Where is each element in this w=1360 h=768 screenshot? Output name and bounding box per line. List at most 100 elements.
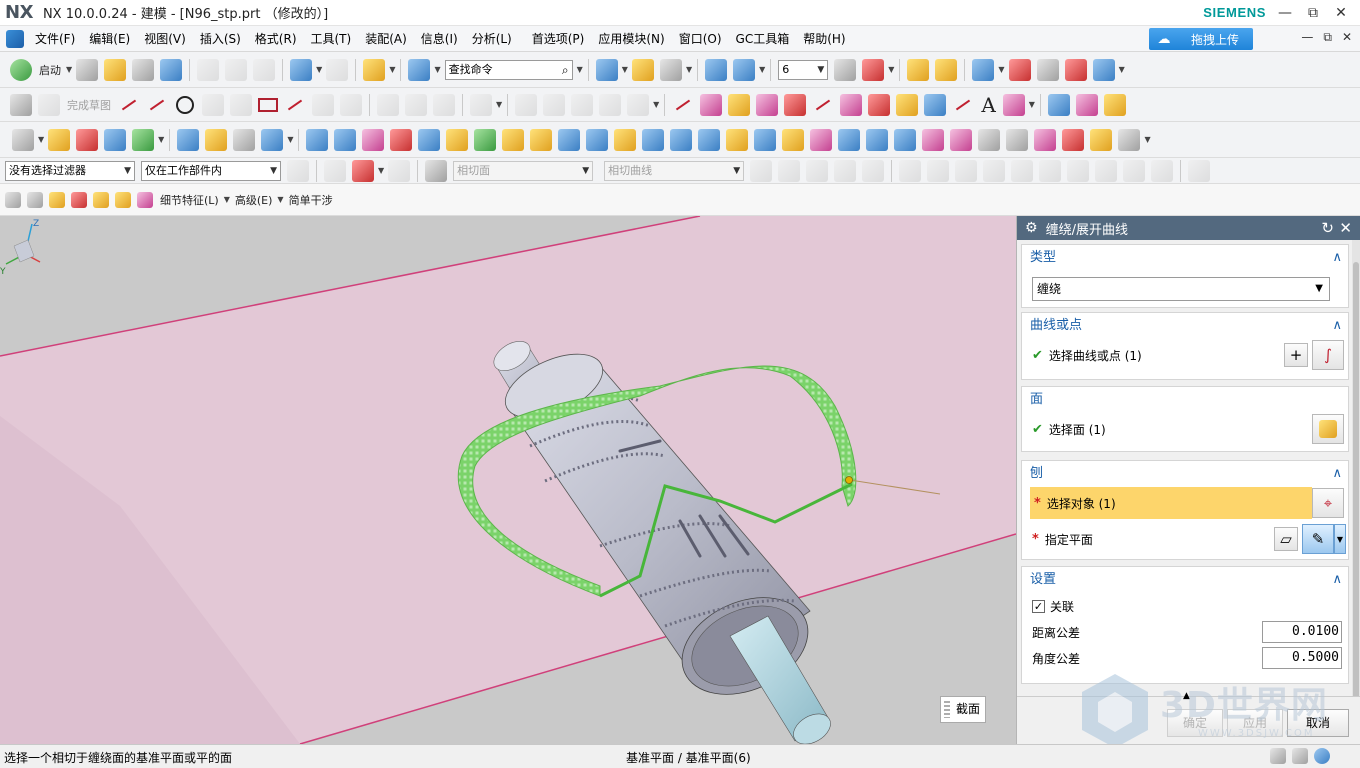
constraint-icon[interactable] (515, 93, 538, 116)
paste-icon[interactable] (253, 58, 276, 81)
command-search-input[interactable]: 查找命令 ⌕ (444, 59, 573, 80)
detail-feature-dropdown-icon[interactable]: ▼ (224, 195, 230, 204)
menu-information[interactable]: 信息(I) (414, 30, 465, 47)
finish-sketch-label[interactable]: 完成草图 (67, 97, 111, 113)
swept-icon[interactable] (390, 128, 413, 151)
datum-dropdown-icon[interactable]: ▼ (38, 135, 44, 144)
simple-interference-button[interactable]: 简单干涉 (289, 192, 333, 208)
forward-icon[interactable] (862, 159, 885, 182)
cut-icon[interactable] (197, 58, 220, 81)
extension-icon[interactable] (838, 128, 861, 151)
fillet-icon[interactable] (202, 93, 224, 116)
extrude-icon[interactable] (48, 128, 71, 151)
doc-minimize-button[interactable]: — (1301, 30, 1313, 45)
thicken-icon[interactable] (642, 128, 665, 151)
associative-checkbox[interactable]: ✓ (1032, 599, 1045, 613)
existing-point-snap-icon[interactable] (1095, 159, 1118, 182)
fit-view-icon[interactable] (631, 58, 654, 81)
check-geometry-icon[interactable] (1064, 58, 1087, 81)
path-selection-icon[interactable] (834, 159, 857, 182)
close-button[interactable]: ✕ (1328, 2, 1354, 24)
detail-feature-icon[interactable] (137, 191, 153, 208)
graphics-window[interactable]: 截面 Z Y (0, 216, 1016, 744)
curve-rule-select[interactable]: 相切曲线 ▼ (604, 160, 745, 181)
intersection-snap-icon[interactable] (1011, 159, 1034, 182)
gear-icon[interactable]: ⚙ (1025, 220, 1038, 236)
inferred-plane-button[interactable]: ✎ (1302, 524, 1334, 554)
curve-select-button[interactable]: ∫ (1312, 340, 1344, 370)
print-icon[interactable] (132, 58, 155, 81)
make-corner-icon[interactable] (433, 93, 455, 116)
new-file-icon[interactable] (76, 58, 99, 81)
selection-scope-select[interactable]: 仅在工作部件内 ▼ (141, 160, 281, 181)
move-object-icon[interactable] (705, 58, 728, 81)
quick-extend-icon[interactable] (405, 93, 427, 116)
associative-row[interactable]: ✓ 关联 (1022, 593, 1348, 619)
point-set-icon[interactable] (1002, 93, 1025, 116)
menu-tools[interactable]: 工具(T) (304, 30, 359, 47)
n-sided-surface-icon[interactable] (362, 128, 385, 151)
menu-insert[interactable]: 插入(S) (193, 30, 248, 47)
through-curve-mesh-icon[interactable] (334, 128, 357, 151)
point-on-curve-snap-icon[interactable] (1123, 159, 1146, 182)
menu-format[interactable]: 格式(R) (248, 30, 304, 47)
arc-icon[interactable] (146, 94, 168, 116)
face-rule-icon[interactable] (425, 159, 448, 182)
undo-icon[interactable] (290, 58, 313, 81)
settings-group-header[interactable]: 设置 ∧ (1022, 567, 1348, 593)
edit-object-display-icon[interactable] (907, 58, 930, 81)
open-folder-icon[interactable] (104, 58, 127, 81)
snap-point-icon[interactable] (972, 58, 995, 81)
type-group-header[interactable]: 类型 ∧ (1022, 245, 1348, 271)
shell-icon[interactable] (233, 128, 256, 151)
measure-distance-icon[interactable] (1008, 58, 1031, 81)
ruled-icon[interactable] (446, 128, 469, 151)
type-select[interactable]: 缠绕 ▼ (1032, 277, 1330, 301)
dimension-icon[interactable] (543, 93, 566, 116)
layer-settings-icon[interactable] (733, 58, 756, 81)
rectangle-icon[interactable] (258, 97, 278, 112)
delete-face-icon[interactable] (93, 191, 109, 208)
unite-icon[interactable] (132, 128, 155, 151)
render-dropdown-icon[interactable]: ▼ (686, 65, 692, 74)
orientation-dropdown-icon[interactable]: ▼ (622, 65, 628, 74)
section-label[interactable]: 截面 (940, 696, 986, 723)
project-curve-icon[interactable] (784, 93, 807, 116)
plane-group-header[interactable]: 刨 ∧ (1022, 461, 1348, 487)
detail-dropdown-icon[interactable]: ▼ (287, 135, 293, 144)
revolve-icon[interactable] (76, 128, 99, 151)
trim-sheet-icon[interactable] (810, 128, 833, 151)
select-dropdown-icon[interactable]: ▼ (378, 166, 384, 175)
fullscreen-icon[interactable] (1270, 748, 1286, 764)
ruler-icon[interactable] (1036, 58, 1059, 81)
dialog-scrollbar[interactable] (1352, 240, 1360, 702)
move-face-icon[interactable] (5, 191, 21, 208)
endpoint-snap-icon[interactable] (927, 159, 950, 182)
app-menu-icon[interactable] (6, 29, 24, 48)
face-group-header[interactable]: 面 (1022, 387, 1348, 413)
curve-group-header[interactable]: 曲线或点 ∧ (1022, 313, 1348, 339)
advanced-menu[interactable]: 高级(E) (235, 192, 273, 208)
offset-curve-icon[interactable] (470, 93, 492, 116)
collapse-chevron-icon[interactable]: ∧ (1332, 567, 1342, 593)
select-face-row[interactable]: ✔ 选择面 (1) (1022, 413, 1348, 445)
window-layout-icon[interactable] (1292, 748, 1308, 764)
redo-icon[interactable] (326, 58, 349, 81)
mirror-curve-icon[interactable] (599, 93, 622, 116)
midpoint-snap-icon[interactable] (955, 159, 978, 182)
circle-icon[interactable] (176, 95, 194, 114)
patch-icon[interactable] (586, 128, 609, 151)
information-icon[interactable] (408, 58, 431, 81)
selection-dropdown-icon[interactable]: ▼ (389, 65, 395, 74)
cancel-button[interactable]: 取消 (1287, 709, 1349, 737)
law-extension-icon[interactable] (866, 128, 889, 151)
select-curve-row[interactable]: ✔ 选择曲线或点 (1) + ∫ (1022, 339, 1348, 371)
text-icon[interactable]: A (981, 93, 995, 117)
curve-on-surface-icon[interactable] (896, 93, 919, 116)
offset-face-icon[interactable] (614, 128, 637, 151)
offset-surface-icon[interactable] (754, 128, 777, 151)
specify-plane-row[interactable]: * 指定平面 ▱ ✎ ▼ (1022, 523, 1348, 555)
quadrant-snap-icon[interactable] (1067, 159, 1090, 182)
work-layer-select[interactable]: 6 ▼ (778, 59, 829, 80)
render-style-icon[interactable] (659, 58, 682, 81)
